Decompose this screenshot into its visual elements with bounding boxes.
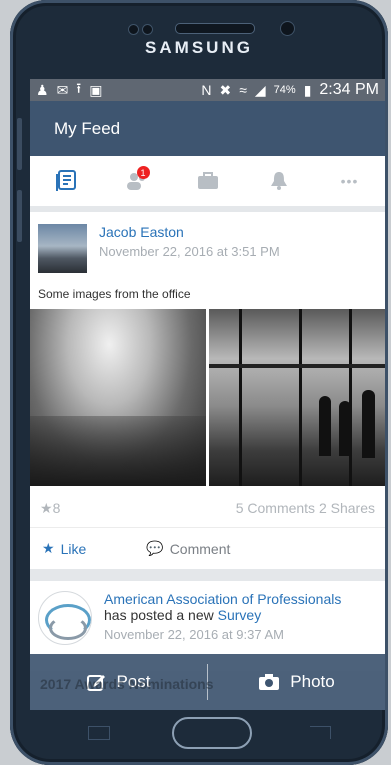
- comment-button[interactable]: 💬 Comment: [146, 540, 230, 557]
- tab-feed[interactable]: [46, 166, 86, 196]
- nfc-icon: N: [201, 82, 212, 98]
- battery-percent: 74%: [273, 84, 296, 96]
- comment-icon: 💬: [146, 540, 164, 556]
- tab-bar: 1 •••: [30, 156, 385, 212]
- comments-count[interactable]: 5 Comments: [236, 500, 315, 516]
- device-brand: SAMSUNG: [145, 38, 253, 57]
- sensor: [142, 24, 153, 35]
- star-icon: ★: [42, 540, 55, 556]
- back-key[interactable]: [310, 726, 331, 739]
- wifi-icon: ≈: [239, 82, 247, 98]
- post-actions: ★ Like 💬 Comment: [30, 528, 385, 569]
- post-photo[interactable]: [209, 309, 385, 486]
- briefcase-icon: [197, 172, 218, 189]
- avatar[interactable]: [38, 224, 87, 273]
- likes-number: 8: [52, 500, 61, 516]
- earpiece: [175, 23, 255, 34]
- tab-more[interactable]: •••: [330, 166, 370, 196]
- sensor: [128, 24, 139, 35]
- person-icon: ♟: [36, 81, 49, 98]
- bottom-action-bar: 2017 Awards Nominations Post Photo: [30, 654, 385, 710]
- post-photo[interactable]: [30, 309, 206, 486]
- post-date: November 22, 2016 at 9:37 AM: [104, 627, 284, 642]
- bell-icon: [270, 172, 287, 190]
- post-photos: [30, 309, 385, 486]
- photo-button[interactable]: Photo: [208, 654, 385, 710]
- image-icon: ▣: [89, 81, 103, 98]
- tab-jobs[interactable]: [188, 166, 228, 196]
- post-preview: 2017 Awards Nominations: [40, 676, 214, 692]
- camera-icon: [259, 674, 280, 690]
- home-button[interactable]: [172, 717, 252, 749]
- feed-divider: [30, 569, 385, 581]
- recent-apps-key[interactable]: [88, 726, 110, 740]
- status-bar: ♟ ✉ ⭱ ▣ N ✖ ≈ ◢ 74% ▮ 2:34 PM: [30, 79, 385, 101]
- signal-icon: ◢: [254, 81, 266, 98]
- volume-button: [17, 118, 22, 170]
- page-title: My Feed: [54, 118, 121, 138]
- comment-label: Comment: [169, 540, 231, 557]
- screen: ♟ ✉ ⭱ ▣ N ✖ ≈ ◢ 74% ▮ 2:34 PM My Feed 1: [30, 79, 385, 710]
- front-camera: [280, 21, 295, 36]
- upload-icon: ⭱: [76, 80, 82, 96]
- post-description: has posted a new Survey: [104, 607, 262, 623]
- post-header: Jacob Easton November 22, 2016 at 3:51 P…: [30, 212, 385, 281]
- feed-icon: [55, 170, 76, 191]
- survey-link[interactable]: Survey: [218, 607, 262, 623]
- post-date: November 22, 2016 at 3:51 PM: [99, 244, 280, 259]
- post-author[interactable]: American Association of Professionals: [104, 591, 341, 607]
- app-bar: My Feed: [30, 101, 385, 156]
- post-author[interactable]: Jacob Easton: [99, 224, 280, 240]
- like-label: Like: [60, 540, 87, 557]
- post-card: Jacob Easton November 22, 2016 at 3:51 P…: [30, 212, 385, 569]
- clock: 2:34 PM: [319, 81, 379, 98]
- tab-notifications[interactable]: [259, 166, 299, 196]
- post-caption: Some images from the office: [38, 287, 191, 301]
- post-stats: ★8 5 Comments 2 Shares: [30, 486, 385, 528]
- more-icon: •••: [340, 173, 359, 189]
- tab-people[interactable]: 1: [117, 166, 157, 196]
- notification-badge: 1: [136, 166, 150, 179]
- mail-icon: ✉: [56, 81, 69, 98]
- likes-count: ★8: [40, 500, 61, 516]
- battery-icon: ▮: [303, 81, 312, 98]
- volume-button: [17, 190, 22, 242]
- shares-count[interactable]: 2 Shares: [319, 500, 375, 516]
- photo-label: Photo: [290, 672, 335, 691]
- organization-logo[interactable]: [38, 591, 92, 645]
- mute-icon: ✖: [219, 81, 232, 98]
- like-button[interactable]: ★ Like: [42, 540, 86, 557]
